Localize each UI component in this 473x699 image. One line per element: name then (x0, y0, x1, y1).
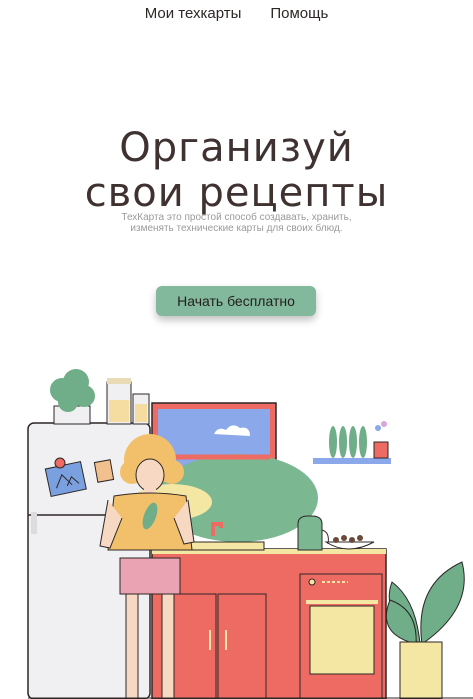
kitchen-illustration (27, 369, 473, 699)
hero-title: Организуй свои рецепты (0, 126, 473, 216)
top-nav: Мои техкарты Помощь (0, 5, 473, 22)
start-free-button[interactable]: Начать бесплатно (156, 286, 316, 316)
hero-title-line1: Организуй (119, 125, 354, 171)
nav-help[interactable]: Помощь (270, 5, 328, 22)
floor-plant (385, 561, 465, 699)
nav-my-techcards[interactable]: Мои техкарты (145, 5, 242, 22)
fridge-plant (50, 369, 95, 425)
hero-title-line2: свои рецепты (84, 170, 389, 216)
jars (106, 378, 150, 425)
hero-subtitle: ТехКарта это простой способ создавать, х… (121, 212, 352, 234)
dish-shelf (313, 421, 391, 464)
